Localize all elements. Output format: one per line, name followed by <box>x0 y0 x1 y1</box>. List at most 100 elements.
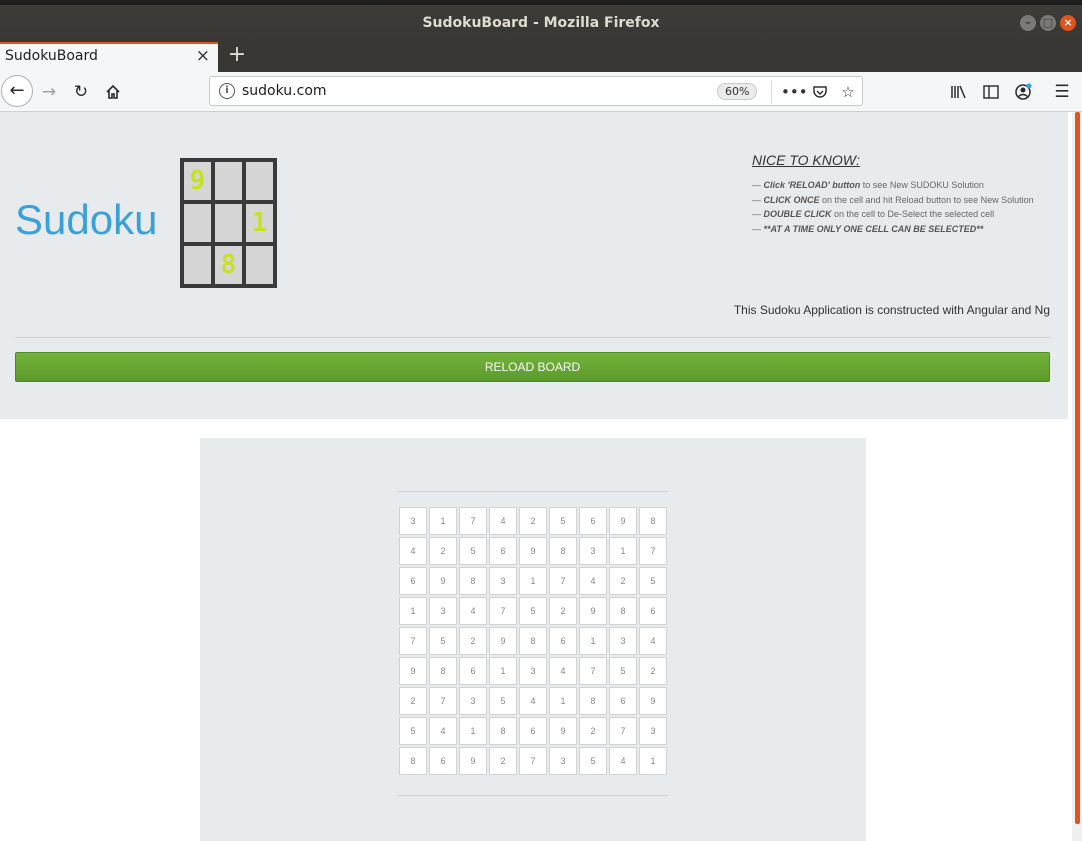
sudoku-cell[interactable]: 9 <box>519 537 547 565</box>
sudoku-cell[interactable]: 6 <box>579 507 607 535</box>
bookmark-star-icon[interactable]: ☆ <box>837 81 859 103</box>
page-actions-icon[interactable]: ••• <box>781 81 808 103</box>
sudoku-cell[interactable]: 8 <box>609 597 637 625</box>
sudoku-cell[interactable]: 1 <box>459 717 487 745</box>
sudoku-cell[interactable]: 4 <box>549 657 577 685</box>
sudoku-cell[interactable]: 1 <box>639 747 667 775</box>
sudoku-cell[interactable]: 2 <box>639 657 667 685</box>
sudoku-cell[interactable]: 7 <box>519 747 547 775</box>
sudoku-cell[interactable]: 5 <box>459 537 487 565</box>
sudoku-cell[interactable]: 1 <box>399 597 427 625</box>
sudoku-cell[interactable]: 8 <box>459 567 487 595</box>
home-button[interactable] <box>101 80 125 104</box>
sudoku-cell[interactable]: 6 <box>459 657 487 685</box>
sudoku-cell[interactable]: 2 <box>399 687 427 715</box>
page-scrollbar[interactable] <box>1072 112 1082 841</box>
sudoku-cell[interactable]: 5 <box>399 717 427 745</box>
sudoku-cell[interactable]: 9 <box>639 687 667 715</box>
zoom-level-badge[interactable]: 60% <box>717 83 758 100</box>
sudoku-cell[interactable]: 2 <box>459 627 487 655</box>
sudoku-cell[interactable]: 6 <box>639 597 667 625</box>
sudoku-cell[interactable]: 6 <box>519 717 547 745</box>
sudoku-cell[interactable]: 4 <box>399 537 427 565</box>
sudoku-cell[interactable]: 8 <box>399 747 427 775</box>
sudoku-cell[interactable]: 3 <box>609 627 637 655</box>
sudoku-cell[interactable]: 5 <box>429 627 457 655</box>
sudoku-cell[interactable]: 7 <box>609 717 637 745</box>
sudoku-cell[interactable]: 1 <box>489 657 517 685</box>
reload-board-button[interactable]: RELOAD BOARD <box>15 352 1050 382</box>
sudoku-cell[interactable]: 3 <box>519 657 547 685</box>
tab-close-icon[interactable]: × <box>196 46 210 66</box>
sudoku-cell[interactable]: 3 <box>549 747 577 775</box>
sudoku-cell[interactable]: 1 <box>579 627 607 655</box>
sudoku-cell[interactable]: 9 <box>579 597 607 625</box>
sudoku-cell[interactable]: 8 <box>579 687 607 715</box>
sudoku-cell[interactable]: 4 <box>519 687 547 715</box>
sudoku-cell[interactable]: 9 <box>399 657 427 685</box>
site-info-icon[interactable]: i <box>219 83 235 99</box>
maximize-button[interactable]: □ <box>1040 15 1056 31</box>
sudoku-cell[interactable]: 3 <box>459 687 487 715</box>
sudoku-cell[interactable]: 7 <box>639 537 667 565</box>
pocket-icon[interactable] <box>809 81 831 103</box>
sudoku-cell[interactable]: 6 <box>399 567 427 595</box>
menu-hamburger-icon[interactable]: ☰ <box>1050 80 1074 104</box>
sudoku-cell[interactable]: 1 <box>609 537 637 565</box>
sudoku-cell[interactable]: 9 <box>609 507 637 535</box>
sudoku-cell[interactable]: 8 <box>429 657 457 685</box>
sudoku-cell[interactable]: 7 <box>489 597 517 625</box>
sudoku-cell[interactable]: 6 <box>489 537 517 565</box>
sudoku-cell[interactable]: 9 <box>489 627 517 655</box>
sudoku-cell[interactable]: 9 <box>549 717 577 745</box>
sudoku-cell[interactable]: 4 <box>489 507 517 535</box>
sudoku-cell[interactable]: 1 <box>519 567 547 595</box>
sudoku-cell[interactable]: 7 <box>429 687 457 715</box>
minimize-button[interactable]: – <box>1020 15 1036 31</box>
sudoku-cell[interactable]: 2 <box>429 537 457 565</box>
back-button[interactable]: ← <box>1 75 33 107</box>
sudoku-cell[interactable]: 7 <box>459 507 487 535</box>
sudoku-cell[interactable]: 7 <box>549 567 577 595</box>
sudoku-cell[interactable]: 3 <box>579 537 607 565</box>
sidebar-icon[interactable] <box>979 80 1003 104</box>
sudoku-cell[interactable]: 2 <box>549 597 577 625</box>
sudoku-cell[interactable]: 3 <box>639 717 667 745</box>
sudoku-cell[interactable]: 8 <box>639 507 667 535</box>
forward-button[interactable]: → <box>37 80 61 104</box>
sudoku-cell[interactable]: 5 <box>549 507 577 535</box>
sudoku-cell[interactable]: 2 <box>609 567 637 595</box>
sudoku-cell[interactable]: 2 <box>579 717 607 745</box>
library-icon[interactable] <box>947 80 971 104</box>
reload-page-button[interactable]: ↻ <box>69 80 93 104</box>
new-tab-button[interactable]: + <box>226 42 248 67</box>
sudoku-cell[interactable]: 4 <box>579 567 607 595</box>
sudoku-cell[interactable]: 6 <box>429 747 457 775</box>
sudoku-cell[interactable]: 1 <box>549 687 577 715</box>
sudoku-cell[interactable]: 5 <box>639 567 667 595</box>
sudoku-cell[interactable]: 8 <box>489 717 517 745</box>
sudoku-cell[interactable]: 8 <box>549 537 577 565</box>
sudoku-cell[interactable]: 4 <box>609 747 637 775</box>
sudoku-cell[interactable]: 7 <box>579 657 607 685</box>
sudoku-cell[interactable]: 6 <box>609 687 637 715</box>
scrollbar-thumb[interactable] <box>1075 112 1080 824</box>
sudoku-cell[interactable]: 5 <box>579 747 607 775</box>
sudoku-cell[interactable]: 4 <box>459 597 487 625</box>
sudoku-cell[interactable]: 2 <box>519 507 547 535</box>
account-icon[interactable] <box>1011 80 1035 104</box>
sudoku-cell[interactable]: 7 <box>399 627 427 655</box>
sudoku-cell[interactable]: 3 <box>399 507 427 535</box>
sudoku-cell[interactable]: 3 <box>429 597 457 625</box>
sudoku-cell[interactable]: 1 <box>429 507 457 535</box>
url-bar[interactable]: i sudoku.com 60% ••• ☆ <box>209 76 863 106</box>
tab-sudokuboard[interactable]: SudokuBoard × <box>0 42 218 72</box>
sudoku-cell[interactable]: 9 <box>459 747 487 775</box>
sudoku-cell[interactable]: 9 <box>429 567 457 595</box>
sudoku-cell[interactable]: 5 <box>519 597 547 625</box>
sudoku-cell[interactable]: 8 <box>519 627 547 655</box>
close-window-button[interactable]: × <box>1060 15 1076 31</box>
sudoku-cell[interactable]: 6 <box>549 627 577 655</box>
url-text[interactable]: sudoku.com <box>242 83 327 99</box>
sudoku-cell[interactable]: 3 <box>489 567 517 595</box>
